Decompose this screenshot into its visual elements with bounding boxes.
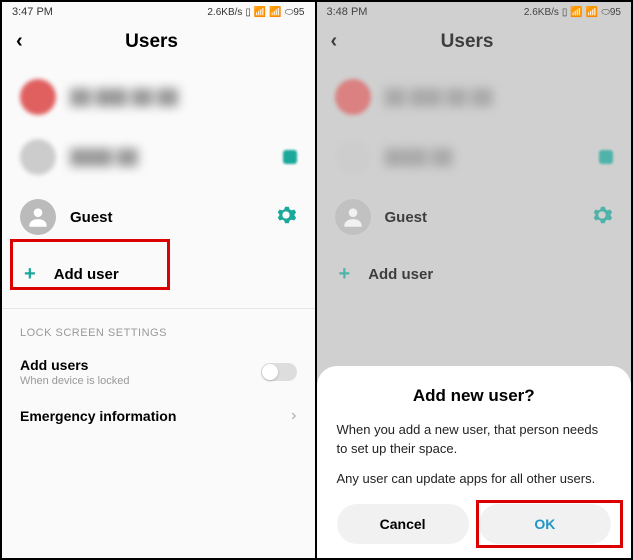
user-avatar-icon	[20, 79, 56, 115]
gear-icon	[591, 204, 613, 231]
page-title: Users	[337, 31, 597, 53]
add-user-label: Add user	[368, 266, 433, 283]
signal-icon: 📶	[254, 7, 266, 18]
network-speed: 2.6KB/s	[207, 7, 242, 18]
status-bar: 3:47 PM 2.6KB/s ▯ 📶 📶 ⬭95	[2, 2, 315, 22]
setting-title: Add users	[20, 357, 129, 373]
plus-icon: +	[339, 263, 351, 286]
guest-label: Guest	[70, 209, 261, 226]
status-bar: 3:48 PM 2.6KB/s ▯ 📶 📶 ⬭95	[317, 2, 632, 22]
active-indicator-icon	[599, 150, 613, 164]
add-user-button[interactable]: + Add user	[2, 247, 315, 302]
section-header: LOCK SCREEN SETTINGS	[2, 319, 315, 347]
user-avatar-icon	[20, 139, 56, 175]
setting-subtitle: When device is locked	[20, 375, 129, 387]
setting-title: Emergency information	[20, 408, 176, 424]
user-avatar-icon	[335, 139, 371, 175]
guest-label: Guest	[385, 209, 578, 226]
guest-avatar-icon	[335, 199, 371, 235]
chevron-right-icon: ›	[291, 407, 296, 425]
clock: 3:48 PM	[327, 6, 368, 18]
add-user-dialog: Add new user? When you add a new user, t…	[317, 366, 632, 559]
sim-icon: ▯	[245, 7, 251, 18]
wifi-icon: 📶	[269, 7, 281, 18]
back-button[interactable]: ‹	[331, 30, 338, 53]
add-users-locked-setting[interactable]: Add users When device is locked	[2, 347, 315, 397]
user-row: ██ ███ ██ ██	[317, 67, 632, 127]
guest-row: Guest	[317, 187, 632, 247]
user-name: ██ ███ ██ ██	[70, 89, 297, 106]
plus-icon: +	[24, 263, 36, 286]
battery-icon: ⬭95	[601, 7, 621, 18]
dialog-title: Add new user?	[337, 386, 612, 406]
dialog-text: Any user can update apps for all other u…	[337, 469, 612, 489]
cancel-button[interactable]: Cancel	[337, 504, 469, 544]
user-row[interactable]: ██ ███ ██ ██	[2, 67, 315, 127]
network-speed: 2.6KB/s	[524, 7, 559, 18]
user-name: ████ ██	[385, 149, 586, 166]
guest-row[interactable]: Guest	[2, 187, 315, 247]
emergency-info-setting[interactable]: Emergency information ›	[2, 397, 315, 435]
wifi-icon: 📶	[586, 7, 598, 18]
dialog-text: When you add a new user, that person nee…	[337, 420, 612, 459]
user-name: ██ ███ ██ ██	[385, 89, 614, 106]
add-user-button: + Add user	[317, 247, 632, 302]
signal-icon: 📶	[570, 7, 582, 18]
user-avatar-icon	[335, 79, 371, 115]
add-user-label: Add user	[54, 266, 119, 283]
page-title: Users	[23, 31, 281, 53]
sim-icon: ▯	[562, 7, 568, 18]
user-name: ████ ██	[70, 149, 269, 166]
user-row[interactable]: ████ ██	[2, 127, 315, 187]
ok-button[interactable]: OK	[479, 504, 611, 544]
guest-avatar-icon	[20, 199, 56, 235]
clock: 3:47 PM	[12, 6, 53, 18]
battery-icon: ⬭95	[285, 7, 305, 18]
toggle-switch[interactable]	[261, 363, 297, 381]
back-button[interactable]: ‹	[16, 30, 23, 53]
user-row: ████ ██	[317, 127, 632, 187]
gear-icon[interactable]	[275, 204, 297, 231]
active-indicator-icon	[283, 150, 297, 164]
